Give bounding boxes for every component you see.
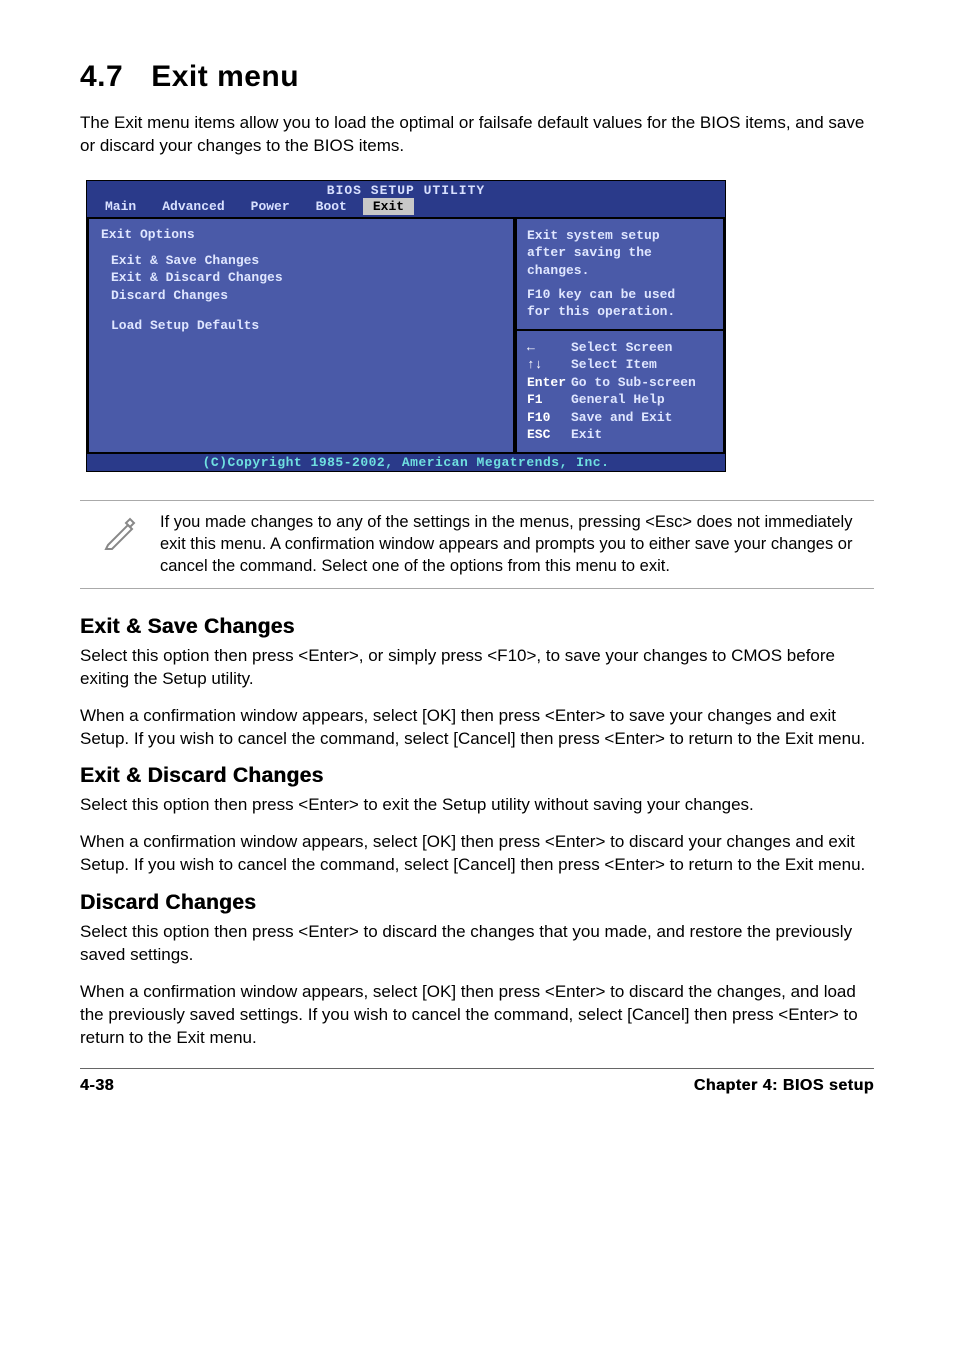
bios-item-exit-save[interactable]: Exit & Save Changes [111,252,501,270]
nav-row: EnterGo to Sub-screen [527,374,713,392]
bios-nav-help: ←Select Screen ↑↓Select Item EnterGo to … [515,331,725,454]
spacer [101,305,501,317]
key-f1: F1 [527,391,571,409]
heading-text: Exit menu [151,60,299,93]
note-box: If you made changes to any of the settin… [80,500,874,589]
bios-body: Exit Options Exit & Save Changes Exit & … [87,217,725,454]
nav-row: ←Select Screen [527,339,713,357]
bios-help-text: Exit system setup after saving the chang… [515,217,725,331]
bios-right-panel: Exit system setup after saving the chang… [515,217,725,454]
bios-title: BIOS SETUP UTILITY [87,183,725,198]
bios-left-panel: Exit Options Exit & Save Changes Exit & … [87,217,515,454]
help-line: F10 key can be used [527,286,713,304]
page-number: 4-38 [80,1077,114,1095]
bios-tab-main[interactable]: Main [95,198,146,215]
section-paragraph: When a confirmation window appears, sele… [80,981,874,1050]
bios-item-discard[interactable]: Discard Changes [111,287,501,305]
section-exit-discard: Exit & Discard Changes Select this optio… [80,764,874,877]
nav-label: Save and Exit [571,410,672,425]
section-paragraph: Select this option then press <Enter> to… [80,794,874,817]
nav-row: ↑↓Select Item [527,356,713,374]
pencil-icon [80,511,160,578]
bios-section-title: Exit Options [101,227,501,242]
key-enter: Enter [527,374,571,392]
bios-tab-boot[interactable]: Boot [306,198,357,215]
page-title: 4.7 Exit menu [80,60,874,94]
help-line: after saving the [527,244,713,262]
arrow-left-icon: ← [527,339,571,357]
bios-item-load-defaults[interactable]: Load Setup Defaults [111,317,501,335]
section-title: Exit & Save Changes [80,615,874,639]
nav-label: Go to Sub-screen [571,375,696,390]
nav-label: Select Item [571,357,657,372]
bios-tab-exit[interactable]: Exit [363,198,414,215]
nav-label: General Help [571,392,665,407]
nav-label: Exit [571,427,602,442]
nav-row: F1General Help [527,391,713,409]
section-paragraph: When a confirmation window appears, sele… [80,705,874,751]
nav-row: ESCExit [527,426,713,444]
bios-tab-power[interactable]: Power [241,198,300,215]
bios-tab-advanced[interactable]: Advanced [152,198,234,215]
bios-screenshot: BIOS SETUP UTILITY Main Advanced Power B… [86,180,726,472]
help-line: changes. [527,262,713,280]
bios-copyright: (C)Copyright 1985-2002, American Megatre… [87,454,725,471]
note-text: If you made changes to any of the settin… [160,511,874,578]
section-title: Exit & Discard Changes [80,764,874,788]
heading-number: 4.7 [80,60,123,94]
nav-row: F10Save and Exit [527,409,713,427]
section-paragraph: Select this option then press <Enter> to… [80,921,874,967]
help-line: Exit system setup [527,227,713,245]
arrow-updown-icon: ↑↓ [527,356,571,374]
section-title: Discard Changes [80,891,874,915]
bios-header: BIOS SETUP UTILITY Main Advanced Power B… [87,181,725,217]
chapter-label: Chapter 4: BIOS setup [694,1077,874,1095]
section-discard: Discard Changes Select this option then … [80,891,874,1050]
intro-paragraph: The Exit menu items allow you to load th… [80,112,874,158]
help-line: for this operation. [527,303,713,321]
section-paragraph: When a confirmation window appears, sele… [80,831,874,877]
section-paragraph: Select this option then press <Enter>, o… [80,645,874,691]
key-esc: ESC [527,426,571,444]
key-f10: F10 [527,409,571,427]
nav-label: Select Screen [571,340,672,355]
bios-tabs: Main Advanced Power Boot Exit [87,198,725,217]
bios-item-exit-discard[interactable]: Exit & Discard Changes [111,269,501,287]
page-footer: 4-38 Chapter 4: BIOS setup [80,1068,874,1095]
section-exit-save: Exit & Save Changes Select this option t… [80,615,874,751]
